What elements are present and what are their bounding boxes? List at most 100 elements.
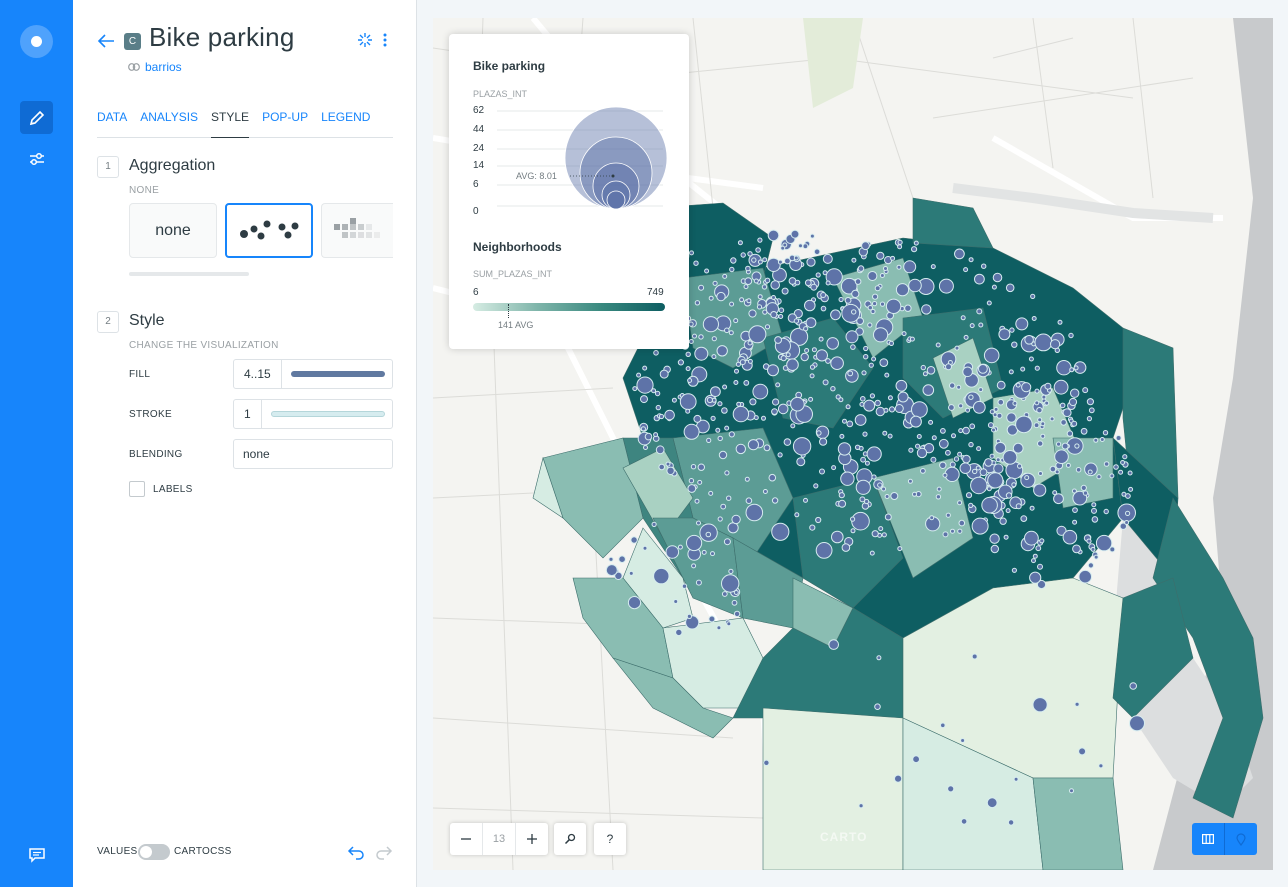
bike-parking-point[interactable] (987, 422, 994, 429)
bike-parking-point[interactable] (881, 532, 887, 538)
bike-parking-point[interactable] (907, 478, 913, 484)
bike-parking-point[interactable] (790, 229, 800, 239)
bike-parking-point[interactable] (873, 327, 889, 343)
bike-parking-point[interactable] (666, 466, 675, 475)
bike-parking-point[interactable] (747, 358, 753, 364)
bike-parking-point[interactable] (739, 359, 746, 366)
bike-parking-point[interactable] (681, 583, 688, 589)
bike-parking-point[interactable] (632, 386, 638, 392)
aggregation-points-option[interactable] (225, 203, 313, 258)
bike-parking-point[interactable] (640, 395, 648, 404)
bike-parking-point[interactable] (856, 317, 865, 326)
bike-parking-point[interactable] (1069, 367, 1075, 373)
bike-parking-point[interactable] (993, 463, 1004, 474)
bike-parking-point[interactable] (1030, 293, 1036, 299)
bike-parking-point[interactable] (687, 484, 697, 493)
bike-parking-point[interactable] (685, 351, 691, 357)
bike-parking-point[interactable] (1070, 388, 1080, 398)
layer-title[interactable]: Bike parking (149, 22, 294, 53)
bike-parking-point[interactable] (782, 242, 788, 248)
stroke-width-value[interactable]: 1 (234, 400, 262, 428)
bike-parking-point[interactable] (970, 476, 988, 495)
bike-parking-point[interactable] (968, 257, 974, 263)
bike-parking-point[interactable] (912, 491, 917, 497)
bike-parking-point[interactable] (1017, 463, 1023, 469)
bike-parking-point[interactable] (690, 464, 697, 470)
bike-parking-point[interactable] (972, 468, 978, 475)
bike-parking-point[interactable] (697, 463, 705, 471)
bike-parking-point[interactable] (1005, 283, 1015, 293)
bike-parking-point[interactable] (984, 458, 993, 467)
aggregation-scrollbar[interactable] (129, 272, 249, 276)
bike-parking-point[interactable] (794, 512, 800, 518)
bike-parking-point[interactable] (698, 284, 705, 291)
bike-parking-point[interactable] (710, 386, 721, 398)
bike-parking-point[interactable] (1122, 454, 1128, 460)
bike-parking-point[interactable] (735, 443, 746, 455)
bike-parking-point[interactable] (804, 299, 816, 312)
bike-parking-point[interactable] (1125, 510, 1131, 516)
bike-parking-point[interactable] (715, 427, 721, 433)
bike-parking-point[interactable] (1011, 567, 1018, 573)
bike-parking-point[interactable] (736, 401, 742, 407)
bike-parking-point[interactable] (949, 382, 956, 389)
bike-parking-point[interactable] (872, 301, 878, 307)
bike-parking-point[interactable] (783, 438, 792, 446)
bike-parking-point[interactable] (679, 393, 697, 411)
bike-parking-point[interactable] (989, 453, 995, 459)
bike-parking-point[interactable] (935, 342, 941, 348)
bike-parking-point[interactable] (895, 379, 908, 392)
bike-parking-point[interactable] (777, 403, 789, 415)
bike-parking-point[interactable] (642, 545, 648, 551)
bike-parking-point[interactable] (761, 284, 768, 290)
bike-parking-point[interactable] (1049, 416, 1055, 422)
bike-parking-point[interactable] (839, 433, 845, 439)
bike-parking-point[interactable] (658, 463, 665, 471)
bike-parking-point[interactable] (721, 574, 740, 593)
bike-parking-point[interactable] (991, 427, 996, 433)
settings-sliders-icon[interactable] (20, 142, 53, 175)
bike-parking-point[interactable] (1054, 469, 1060, 475)
bike-parking-point[interactable] (1005, 492, 1013, 499)
bike-parking-point[interactable] (770, 311, 778, 319)
bike-parking-point[interactable] (813, 483, 819, 489)
bike-parking-point[interactable] (978, 322, 984, 328)
bike-parking-point[interactable] (654, 390, 661, 397)
bike-parking-point[interactable] (978, 387, 984, 393)
bike-parking-point[interactable] (950, 528, 955, 534)
bike-parking-point[interactable] (1012, 442, 1024, 454)
bike-parking-point[interactable] (871, 474, 877, 480)
bike-parking-point[interactable] (1032, 697, 1048, 713)
bike-parking-point[interactable] (1080, 484, 1087, 491)
bike-parking-point[interactable] (733, 610, 741, 618)
bike-parking-point[interactable] (830, 356, 844, 371)
bike-parking-point[interactable] (878, 526, 884, 532)
bike-parking-point[interactable] (825, 280, 831, 286)
bike-parking-point[interactable] (885, 298, 902, 314)
bike-parking-point[interactable] (716, 291, 726, 302)
bike-parking-point[interactable] (866, 446, 882, 462)
bike-parking-point[interactable] (994, 441, 1007, 454)
tab-analysis[interactable]: ANALYSIS (140, 110, 198, 138)
stroke-color-swatch[interactable] (271, 411, 385, 417)
bike-parking-point[interactable] (686, 613, 692, 620)
bike-parking-point[interactable] (1072, 519, 1078, 525)
bike-parking-point[interactable] (1020, 366, 1026, 372)
edit-pencil-icon[interactable] (20, 101, 53, 134)
bike-parking-point[interactable] (1075, 467, 1082, 473)
bike-parking-point[interactable] (863, 354, 869, 360)
bike-parking-point[interactable] (837, 442, 852, 456)
bike-parking-point[interactable] (721, 591, 728, 597)
bike-parking-point[interactable] (1033, 483, 1047, 497)
bike-parking-point[interactable] (945, 363, 952, 371)
bike-parking-point[interactable] (1012, 400, 1018, 406)
bike-parking-point[interactable] (730, 257, 737, 264)
bike-parking-point[interactable] (627, 596, 642, 610)
bike-parking-point[interactable] (888, 340, 894, 346)
bike-parking-point[interactable] (841, 543, 851, 552)
bike-parking-point[interactable] (930, 264, 936, 270)
tab-popup[interactable]: POP-UP (262, 110, 308, 138)
bike-parking-point[interactable] (1093, 554, 1099, 560)
bike-parking-point[interactable] (1003, 534, 1009, 540)
bike-parking-point[interactable] (1009, 327, 1015, 333)
